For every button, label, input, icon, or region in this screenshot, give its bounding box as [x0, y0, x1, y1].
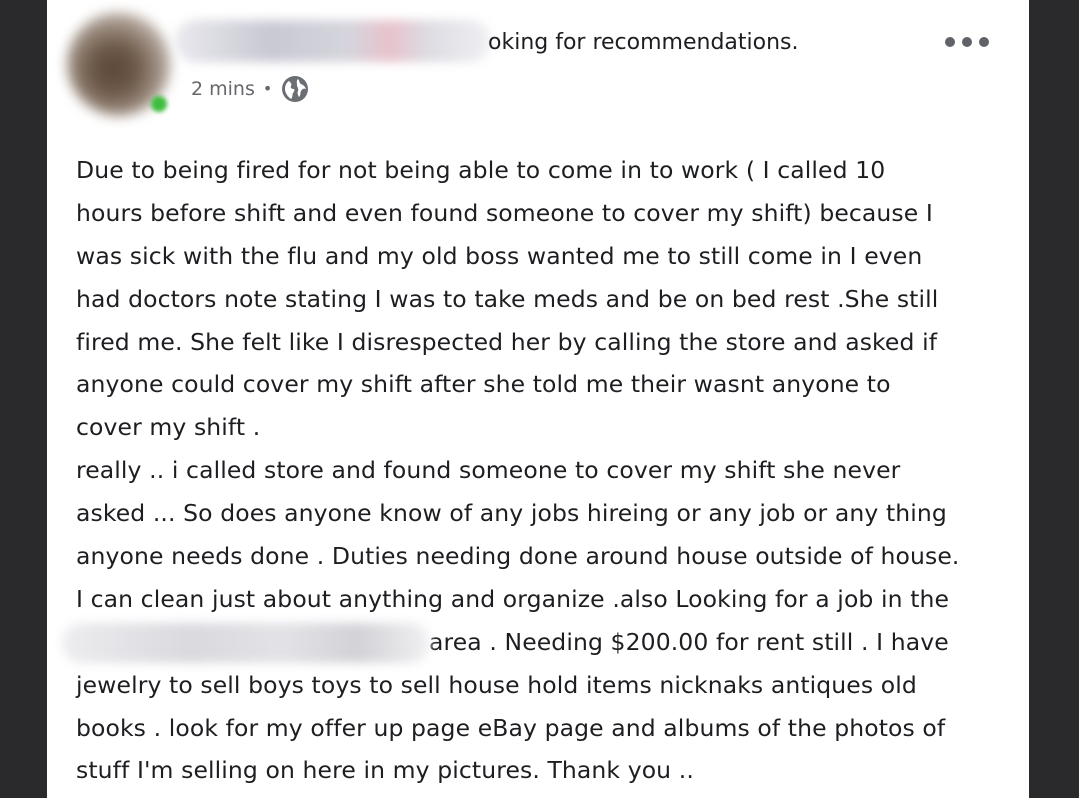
location-redacted	[62, 623, 430, 664]
post-text-line: I can clean just about anything and orga…	[76, 584, 950, 613]
post-text-line: fired me. She felt like I disrespected h…	[76, 327, 938, 356]
post-text-line: stuff I'm selling on here in my pictures…	[76, 756, 694, 785]
post-text-line: cover my shift .	[76, 413, 261, 442]
post-timestamp[interactable]: 2 mins	[191, 74, 255, 104]
post-header-text: oking for recommendations.	[488, 30, 799, 55]
post-text-line: jewelry to sell boys toys to sell house …	[76, 670, 917, 699]
globe-icon[interactable]	[280, 74, 310, 104]
post-text-line: books . look for my offer up page eBay p…	[76, 713, 946, 742]
post-text-line: anyone needs done . Duties needing done …	[76, 542, 960, 571]
post-text-line: asked ... So does anyone know of any job…	[76, 499, 947, 528]
post-text-line: hours before shift and even found someon…	[76, 198, 933, 227]
post-text-line: really .. i called store and found someo…	[76, 456, 901, 485]
post-meta: 2 mins •	[191, 74, 310, 104]
post-card: oking for recommendations. 2 mins • Due …	[47, 0, 1029, 798]
post-text-fragment: area . Needing $200.00 for rent still . …	[429, 627, 949, 656]
online-status-dot	[151, 96, 167, 112]
more-horizontal-icon[interactable]	[945, 30, 989, 54]
post-text-line: anyone could cover my shift after she to…	[76, 370, 891, 399]
author-name-redacted[interactable]	[175, 20, 491, 62]
right-frame	[1029, 0, 1079, 798]
meta-separator: •	[262, 79, 273, 98]
post-body: Due to being fired for not being able to…	[62, 149, 1021, 792]
post-text-line-with-redaction: area . Needing $200.00 for rent still . …	[62, 621, 1021, 664]
post-text-line: had doctors note stating I was to take m…	[76, 284, 939, 313]
left-frame	[0, 0, 47, 798]
post-text-line: Due to being fired for not being able to…	[76, 156, 886, 184]
post-text-line: was sick with the flu and my old boss wa…	[76, 241, 923, 270]
